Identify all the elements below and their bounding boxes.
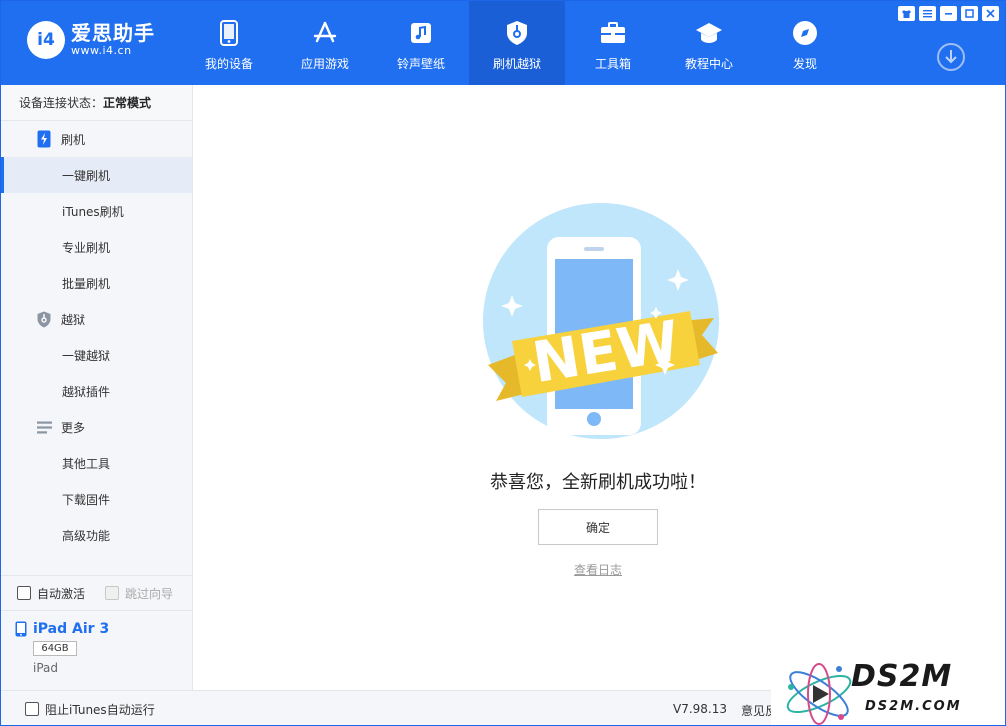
sidebar-group-label: 刷机: [61, 132, 86, 147]
app-store-icon: [311, 19, 339, 47]
connection-status-value: 正常模式: [103, 96, 152, 110]
sidebar-item-itunes-flash[interactable]: iTunes刷机: [1, 193, 192, 229]
nav-ringtones-wallpapers[interactable]: 铃声壁纸: [373, 1, 469, 85]
connection-status: 设备连接状态： 正常模式: [1, 85, 192, 121]
sidebar-group-label: 更多: [61, 420, 86, 435]
toolbox-icon: [599, 19, 627, 47]
success-message: 恭喜您，全新刷机成功啦！: [490, 472, 706, 493]
block-itunes-checkbox[interactable]: [25, 702, 39, 716]
new-phone-illustration: NEW: [476, 203, 726, 453]
nav-label: 刷机越狱: [492, 57, 541, 71]
arrow-down-icon: [945, 50, 957, 64]
logo-badge: i4: [27, 21, 65, 59]
sidebar-group-label: 越狱: [61, 312, 86, 327]
sidebar-group-jailbreak[interactable]: 越狱: [1, 301, 192, 337]
maximize-button[interactable]: [961, 6, 978, 21]
app-window: i4 爱思助手 www.i4.cn 我的设备 应用游戏 铃声壁纸 刷机越狱 工具…: [0, 0, 1006, 726]
graduation-cap-icon: [695, 19, 723, 47]
watermark-sub: DS2M.COM: [865, 699, 962, 714]
nav-label: 教程中心: [684, 57, 733, 71]
watermark-main: DS2M: [851, 659, 953, 694]
nav-label: 发现: [792, 57, 817, 71]
phone-icon: [215, 19, 243, 47]
nav-apps-games[interactable]: 应用游戏: [277, 1, 373, 85]
auto-activate-checkbox[interactable]: [17, 586, 31, 600]
maximize-icon: [965, 9, 974, 18]
download-button[interactable]: [937, 43, 965, 71]
nav-my-device[interactable]: 我的设备: [181, 1, 277, 85]
minimize-button[interactable]: [940, 6, 957, 21]
sidebar-item-jailbreak-plugins[interactable]: 越狱插件: [1, 373, 192, 409]
tablet-icon: [15, 621, 27, 637]
device-type: iPad: [33, 661, 59, 675]
device-name: iPad Air 3: [33, 621, 110, 637]
nav-label: 应用游戏: [300, 57, 349, 71]
auto-activate-toggle[interactable]: 自动激活: [17, 585, 85, 602]
music-icon: [407, 19, 435, 47]
nav-label: 工具箱: [594, 57, 631, 71]
sidebar-item-batch-flash[interactable]: 批量刷机: [1, 265, 192, 301]
block-itunes-toggle[interactable]: 阻止iTunes自动运行: [25, 701, 155, 718]
sidebar-item-advanced[interactable]: 高级功能: [1, 517, 192, 553]
connection-status-label: 设备连接状态：: [19, 96, 104, 110]
app-logo: i4 爱思助手 www.i4.cn: [27, 21, 155, 59]
flash-phone-icon: [35, 130, 53, 148]
main-nav: 我的设备 应用游戏 铃声壁纸 刷机越狱 工具箱 教程中心 发现: [181, 1, 853, 85]
sidebar-group-flash[interactable]: 刷机: [1, 121, 192, 157]
sidebar: 设备连接状态： 正常模式 刷机 一键刷机 iTunes刷机 专业刷机 批量刷机 …: [1, 85, 193, 690]
close-icon: [986, 9, 995, 18]
device-info: iPad Air 3 64GB iPad: [1, 611, 192, 690]
brand-name: 爱思助手: [71, 21, 155, 45]
shield-icon: [35, 310, 53, 328]
nav-toolbox[interactable]: 工具箱: [565, 1, 661, 85]
close-button[interactable]: [982, 6, 999, 21]
compass-icon: [791, 19, 819, 47]
nav-tutorials[interactable]: 教程中心: [661, 1, 757, 85]
nav-label: 铃声壁纸: [396, 57, 445, 71]
list-icon: [35, 418, 53, 436]
sidebar-group-more[interactable]: 更多: [1, 409, 192, 445]
skip-guide-checkbox: [105, 586, 120, 600]
top-bar: i4 爱思助手 www.i4.cn 我的设备 应用游戏 铃声壁纸 刷机越狱 工具…: [1, 1, 1005, 85]
menu-icon: [923, 10, 932, 18]
sidebar-item-one-click-flash[interactable]: 一键刷机: [1, 157, 192, 193]
skin-button[interactable]: [898, 6, 915, 21]
sidebar-item-download-firmware[interactable]: 下载固件: [1, 481, 192, 517]
menu-button[interactable]: [919, 6, 936, 21]
activation-options: 自动激活 跳过向导: [1, 575, 192, 611]
confirm-button[interactable]: 确定: [538, 509, 658, 545]
main-content: NEW 恭喜您，全新刷机成功啦！ 确定 查看日志: [193, 85, 1005, 690]
view-log-link[interactable]: 查看日志: [193, 561, 1003, 578]
nav-label: 我的设备: [204, 57, 253, 71]
sidebar-item-pro-flash[interactable]: 专业刷机: [1, 229, 192, 265]
version-label: V7.98.13: [673, 702, 728, 716]
sidebar-item-other-tools[interactable]: 其他工具: [1, 445, 192, 481]
shield-key-icon: [503, 19, 531, 47]
sidebar-item-one-click-jailbreak[interactable]: 一键越狱: [1, 337, 192, 373]
nav-flash-jailbreak[interactable]: 刷机越狱: [469, 1, 565, 85]
auto-activate-label: 自动激活: [37, 586, 86, 601]
skip-guide-toggle: 跳过向导: [105, 585, 173, 602]
nav-discover[interactable]: 发现: [757, 1, 853, 85]
skip-guide-label: 跳过向导: [125, 586, 174, 601]
block-itunes-label: 阻止iTunes自动运行: [45, 702, 155, 717]
device-capacity: 64GB: [33, 641, 77, 656]
brand-url: www.i4.cn: [71, 44, 132, 57]
shirt-icon: [902, 9, 911, 18]
watermark: DS2M DS2M.COM: [771, 657, 1005, 725]
minimize-icon: [945, 13, 952, 15]
atom-logo-icon: [786, 663, 852, 725]
